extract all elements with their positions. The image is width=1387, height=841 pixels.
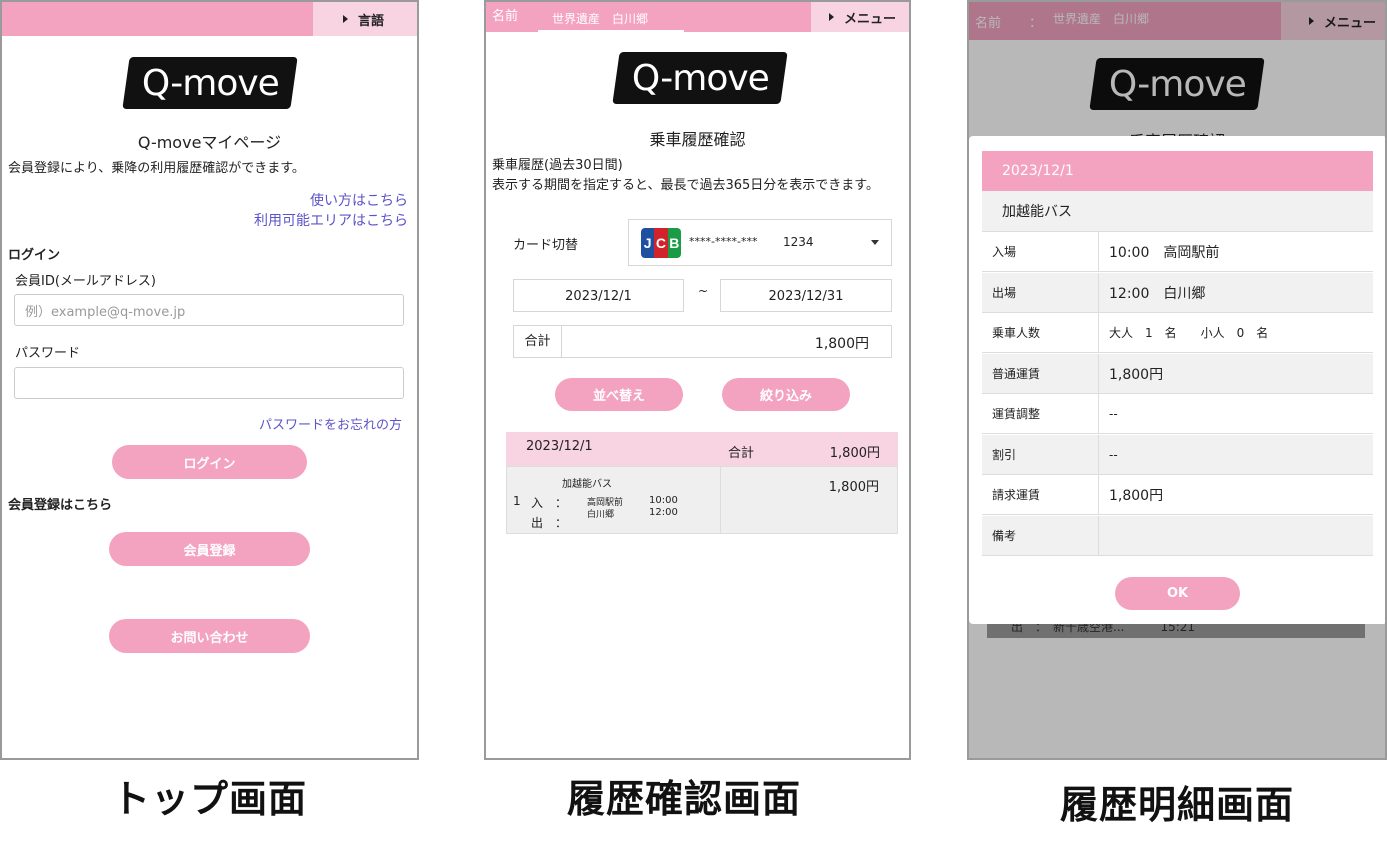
history-date-header: 2023/12/1 合計 1,800円	[506, 432, 898, 466]
date-to-input[interactable]: 2023/12/31	[720, 279, 892, 312]
detail-key: 出場	[982, 273, 1099, 312]
contact-button[interactable]: お問い合わせ	[109, 619, 310, 653]
howto-link[interactable]: 使い方はこちら	[310, 190, 408, 210]
detail-row-discount: 割引 --	[982, 435, 1373, 475]
triangle-right-icon	[829, 13, 834, 21]
detail-value: --	[1109, 406, 1118, 421]
forgot-password-link[interactable]: パスワードをお忘れの方	[259, 414, 402, 433]
caption-history: 履歴確認画面	[566, 777, 801, 821]
menu-label: メニュー	[844, 11, 897, 27]
filter-button[interactable]: 絞り込み	[722, 378, 850, 411]
caret-down-icon	[871, 240, 879, 245]
detail-value: 10:00 高岡駅前	[1109, 244, 1220, 261]
top-screen: 言語 Q-move Q-moveマイページ 会員登録により、乗降の利用履歴確認が…	[0, 0, 419, 760]
detail-row-entry: 入場 10:00 高岡駅前	[982, 232, 1373, 272]
ok-button[interactable]: OK	[1115, 577, 1240, 610]
detail-key: 普通運賃	[982, 354, 1099, 393]
intro-text: 会員登録により、乗降の利用履歴確認ができます。	[8, 161, 305, 176]
history-index: 1	[513, 494, 521, 508]
detail-key: 乗車人数	[982, 313, 1099, 352]
page-title: 乗車履歴確認	[649, 130, 746, 149]
menu-button[interactable]: メニュー	[811, 2, 909, 32]
history-total-label: 合計	[728, 446, 755, 461]
card-switch-label: カード切替	[513, 238, 579, 253]
total-value: 1,800円	[814, 336, 869, 352]
history-subtitle: 乗車履歴(過去30日間)	[492, 158, 623, 173]
q-move-logo: Q-move	[122, 57, 298, 109]
detail-key: 運賃調整	[982, 394, 1099, 433]
detail-key: 請求運賃	[982, 475, 1099, 514]
detail-key: 備考	[982, 516, 1099, 555]
detail-row-billed-fare: 請求運賃 1,800円	[982, 475, 1373, 515]
history-in-time: 10:00	[649, 495, 678, 506]
language-label: 言語	[358, 13, 385, 29]
detail-screen: 名前 ： 世界遺産 白川郷 メニュー Q-move 乗車履歴確認 出 ： 新千歳…	[967, 0, 1387, 760]
history-row[interactable]: 加越能バス 1 入 ： 出 ： 高岡駅前 白川郷 10:00 12:00 1,8…	[506, 466, 898, 534]
detail-key: 入場	[982, 232, 1099, 271]
detail-row-notes: 備考	[982, 516, 1373, 556]
history-date: 2023/12/1	[526, 439, 593, 454]
detail-modal: 2023/12/1 加越能バス 入場 10:00 高岡駅前 出場 12:00 白…	[969, 136, 1385, 624]
detail-operator: 加越能バス	[982, 191, 1373, 232]
detail-value: 1,800円	[1109, 487, 1164, 504]
date-separator: ~	[698, 284, 709, 298]
total-label: 合計	[514, 326, 562, 357]
q-move-logo: Q-move	[612, 52, 788, 104]
history-out-label: 出 ：	[531, 516, 568, 530]
register-button[interactable]: 会員登録	[109, 532, 310, 566]
area-link[interactable]: 利用可能エリアはこちら	[254, 210, 408, 230]
detail-row-fare-adjust: 運賃調整 --	[982, 394, 1373, 434]
detail-row-passengers: 乗車人数 大人 1 名 小人 0 名	[982, 313, 1373, 353]
history-total-value: 1,800円	[829, 446, 880, 461]
history-description: 表示する期間を指定すると、最長で過去365日分を表示できます。	[492, 178, 879, 193]
register-heading: 会員登録はこちら	[8, 498, 113, 513]
sort-button[interactable]: 並べ替え	[555, 378, 683, 411]
password-input[interactable]	[14, 367, 404, 399]
history-in-label: 入 ：	[531, 496, 568, 510]
detail-date: 2023/12/1	[982, 151, 1373, 191]
history-fare: 1,800円	[828, 480, 879, 495]
name-underline	[538, 30, 684, 34]
detail-value: 12:00 白川郷	[1109, 285, 1206, 302]
card-masked-number: ****-****-***	[689, 235, 758, 248]
name-label: 名前	[492, 9, 519, 24]
caption-detail: 履歴明細画面	[1059, 783, 1294, 827]
member-id-placeholder: 例）example@q-move.jp	[25, 304, 186, 320]
total-field: 合計 1,800円	[513, 325, 892, 358]
language-button[interactable]: 言語	[313, 2, 417, 36]
login-heading: ログイン	[8, 248, 61, 263]
login-button[interactable]: ログイン	[112, 445, 307, 479]
page-title: Q-moveマイページ	[137, 133, 282, 152]
name-value: 世界遺産 白川郷	[552, 12, 649, 26]
detail-value	[1099, 516, 1373, 555]
history-out-time: 12:00	[649, 507, 678, 518]
triangle-right-icon	[343, 15, 348, 23]
detail-value: --	[1109, 447, 1118, 462]
history-screen: 名前 世界遺産 白川郷 メニュー Q-move 乗車履歴確認 乗車履歴(過去30…	[484, 0, 911, 760]
detail-row-exit: 出場 12:00 白川郷	[982, 273, 1373, 313]
history-operator: 加越能バス	[562, 479, 612, 490]
caption-top: トップ画面	[111, 777, 307, 821]
detail-value: 大人 1 名 小人 0 名	[1109, 326, 1269, 340]
card-select[interactable]: J C B ****-****-*** 1234	[628, 219, 892, 266]
jcb-icon: J C B	[641, 228, 681, 258]
member-id-input[interactable]: 例）example@q-move.jp	[14, 294, 404, 326]
detail-value: 1,800円	[1109, 366, 1164, 383]
password-label: パスワード	[15, 346, 81, 361]
name-bar	[486, 2, 812, 32]
detail-row-regular-fare: 普通運賃 1,800円	[982, 354, 1373, 394]
history-out-stop: 白川郷	[587, 510, 615, 520]
date-from-input[interactable]: 2023/12/1	[513, 279, 684, 312]
member-id-label: 会員ID(メールアドレス)	[15, 274, 156, 289]
card-last4: 1234	[783, 235, 814, 249]
detail-key: 割引	[982, 435, 1099, 474]
